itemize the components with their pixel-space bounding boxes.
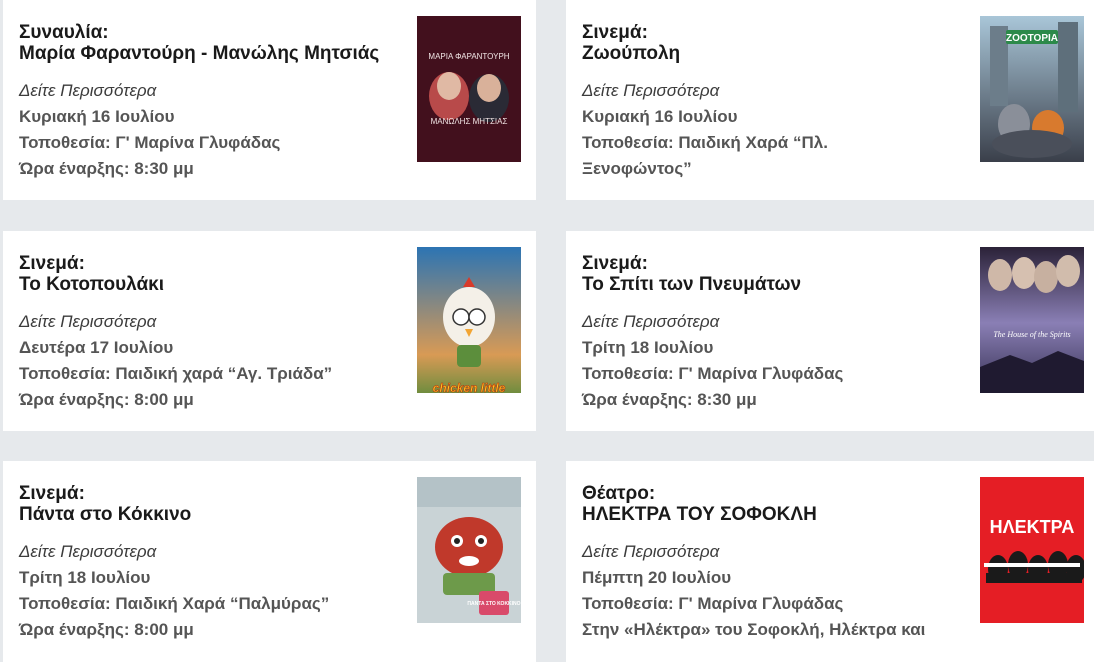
see-more-link[interactable]: Δείτε Περισσότερα	[19, 539, 399, 565]
see-more-link[interactable]: Δείτε Περισσότερα	[582, 78, 962, 104]
zootopia-poster-title-text: ZOOTOPIA	[1006, 33, 1058, 44]
event-start-time: Ώρα έναρξης: 8:00 μμ	[19, 620, 194, 639]
event-location: Τοποθεσία: Γ' Μαρίνα Γλυφάδας	[582, 364, 844, 383]
chicken-little-poster-title-text: chicken little	[433, 381, 506, 393]
event-date: Κυριακή 16 Ιουλίου	[582, 107, 738, 126]
event-location: Τοποθεσία: Παιδική Χαρά “Παλμύρας”	[19, 594, 330, 613]
event-text: Σινεμά: Το Σπίτι των Πνευμάτων Δείτε Περ…	[582, 253, 962, 413]
electra-poster-title-text: ΗΛΕΚΤΡΑ	[990, 517, 1075, 537]
event-location: Τοποθεσία: Παιδική Χαρά “Πλ. Ξενοφώντος”	[582, 133, 828, 178]
event-category: Σινεμά:	[19, 253, 85, 274]
event-card[interactable]: Σινεμά: Πάντα στο Κόκκινο Δείτε Περισσότ…	[3, 461, 536, 662]
event-card[interactable]: Σινεμά: Το Σπίτι των Πνευμάτων Δείτε Περ…	[566, 231, 1094, 431]
event-card[interactable]: Σινεμά: Το Κοτοπουλάκι Δείτε Περισσότερα…	[3, 231, 536, 431]
see-more-link[interactable]: Δείτε Περισσότερα	[19, 309, 399, 335]
event-title[interactable]: ΗΛΕΚΤΡΑ ΤΟΥ ΣΟΦΟΚΛΗ	[582, 504, 962, 525]
turning-red-poster-image[interactable]: ΠΑΝΤΑ ΣΤΟ ΚΟΚΚΙΝΟ	[417, 477, 521, 623]
event-category: Σινεμά:	[582, 253, 648, 274]
house-of-spirits-poster-title-text: The House of the Spirits	[993, 330, 1070, 339]
event-text: Θέατρο: ΗΛΕΚΤΡΑ ΤΟΥ ΣΟΦΟΚΛΗ Δείτε Περισσ…	[582, 483, 962, 643]
event-location: Τοποθεσία: Παιδική χαρά “Αγ. Τριάδα”	[19, 364, 333, 383]
see-more-link[interactable]: Δείτε Περισσότερα	[582, 309, 962, 335]
event-card[interactable]: Σινεμά: Ζωούπολη Δείτε Περισσότερα Κυρια…	[566, 0, 1094, 200]
event-start-time: Ώρα έναρξης: 8:00 μμ	[19, 390, 194, 409]
event-location: Τοποθεσία: Γ' Μαρίνα Γλυφάδας	[19, 133, 281, 152]
event-category: Συναυλία:	[19, 22, 109, 43]
event-text: Συναυλία: Μαρία Φαραντούρη - Μανώλης Μητ…	[19, 22, 399, 182]
event-title[interactable]: Το Σπίτι των Πνευμάτων	[582, 274, 962, 295]
event-text: Σινεμά: Ζωούπολη Δείτε Περισσότερα Κυρια…	[582, 22, 962, 182]
event-description: Στην «Ηλέκτρα» του Σοφοκλή, Ηλέκτρα και	[582, 620, 926, 639]
zootopia-poster-image[interactable]: ZOOTOPIA	[980, 16, 1084, 162]
event-date: Πέμπτη 20 Ιουλίου	[582, 568, 732, 587]
event-title[interactable]: Πάντα στο Κόκκινο	[19, 504, 399, 525]
concert-poster-bottom-text: ΜΑΝΩΛΗΣ ΜΗΤΣΙΑΣ	[431, 117, 508, 126]
event-card[interactable]: Θέατρο: ΗΛΕΚΤΡΑ ΤΟΥ ΣΟΦΟΚΛΗ Δείτε Περισσ…	[566, 461, 1094, 662]
event-location: Τοποθεσία: Γ' Μαρίνα Γλυφάδας	[582, 594, 844, 613]
event-start-time: Ώρα έναρξης: 8:30 μμ	[582, 390, 757, 409]
event-text: Σινεμά: Το Κοτοπουλάκι Δείτε Περισσότερα…	[19, 253, 399, 413]
event-date: Δευτέρα 17 Ιουλίου	[19, 338, 174, 357]
concert-poster-top-text: ΜΑΡΙΑ ΦΑΡΑΝΤΟΥΡΗ	[428, 52, 509, 61]
house-of-spirits-poster-image[interactable]: The House of the Spirits	[980, 247, 1084, 393]
event-title[interactable]: Το Κοτοπουλάκι	[19, 274, 399, 295]
event-category: Θέατρο:	[582, 483, 656, 504]
event-date: Τρίτη 18 Ιουλίου	[582, 338, 714, 357]
electra-poster-image[interactable]: ΗΛΕΚΤΡΑ	[980, 477, 1084, 623]
concert-poster-image[interactable]: ΜΑΡΙΑ ΦΑΡΑΝΤΟΥΡΗ ΜΑΝΩΛΗΣ ΜΗΤΣΙΑΣ	[417, 16, 521, 162]
event-date: Τρίτη 18 Ιουλίου	[19, 568, 151, 587]
event-title[interactable]: Μαρία Φαραντούρη - Μανώλης Μητσιάς	[19, 43, 399, 64]
see-more-link[interactable]: Δείτε Περισσότερα	[582, 539, 962, 565]
event-start-time: Ώρα έναρξης: 8:30 μμ	[19, 159, 194, 178]
event-text: Σινεμά: Πάντα στο Κόκκινο Δείτε Περισσότ…	[19, 483, 399, 643]
turning-red-poster-title-text: ΠΑΝΤΑ ΣΤΟ ΚΟΚΚΙΝΟ	[467, 601, 520, 607]
chicken-little-poster-image[interactable]: chicken little	[417, 247, 521, 393]
event-category: Σινεμά:	[19, 483, 85, 504]
event-category: Σινεμά:	[582, 22, 648, 43]
event-card[interactable]: Συναυλία: Μαρία Φαραντούρη - Μανώλης Μητ…	[3, 0, 536, 200]
event-title[interactable]: Ζωούπολη	[582, 43, 962, 64]
see-more-link[interactable]: Δείτε Περισσότερα	[19, 78, 399, 104]
event-date: Κυριακή 16 Ιουλίου	[19, 107, 175, 126]
